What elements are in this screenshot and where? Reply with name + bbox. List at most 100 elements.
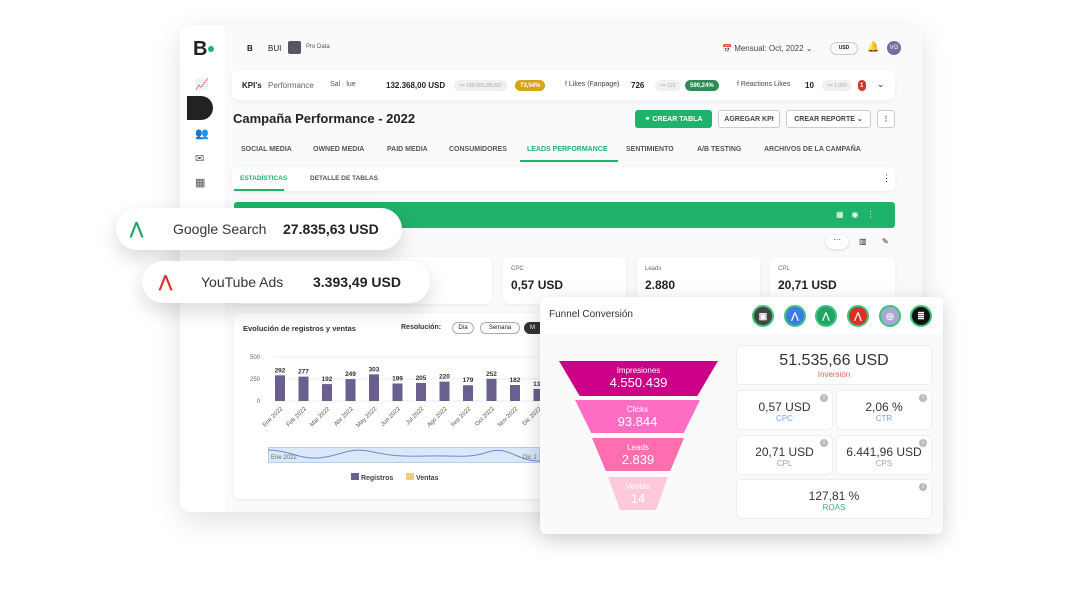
bar xyxy=(486,378,497,401)
bar xyxy=(439,381,450,401)
google-ads-icon: ⋀ xyxy=(159,274,173,291)
x-tick-label: Jul 2022 xyxy=(405,406,426,427)
range-sparkline xyxy=(268,449,540,462)
project-selector[interactable]: Pro Data xyxy=(306,44,330,50)
range-start: Ene 2022 xyxy=(271,455,297,461)
kpi-name: f Reactions Likes xyxy=(737,81,791,88)
x-tick-label: Jun 2022 xyxy=(380,406,402,428)
add-kpi-button[interactable]: AGREGAR KPI xyxy=(718,110,780,128)
data-label: 303 xyxy=(369,366,380,373)
kpi-value: 10 xyxy=(805,81,814,90)
cpc-card: i 0,57 USD CPC xyxy=(736,390,833,430)
investment-label: Inversión xyxy=(817,370,851,379)
active-tab-indicator xyxy=(520,160,618,162)
google-ads-icon[interactable]: ⋀ xyxy=(784,305,806,327)
data-label: 249 xyxy=(345,371,356,378)
info-icon[interactable]: i xyxy=(820,394,828,402)
data-label: 199 xyxy=(392,375,403,382)
resolution-semana[interactable]: Semana xyxy=(480,322,520,334)
x-tick-label: Oct 2022 xyxy=(474,406,496,428)
info-icon[interactable]: i xyxy=(919,483,927,491)
sidebar-item-folder[interactable] xyxy=(187,96,213,120)
page-title: Campaña Performance - 2022 xyxy=(233,111,416,126)
facebook-icon: f xyxy=(737,81,739,88)
table-icon[interactable]: ▦ xyxy=(195,176,205,189)
banner-actions[interactable]: ▦◉⋮ xyxy=(836,210,883,219)
legend-registros: Registros xyxy=(351,473,393,482)
kpi-target: >= 123 xyxy=(655,80,681,91)
tab-archivos[interactable]: ARCHIVOS DE LA CAMPAÑA xyxy=(764,146,861,153)
currency-button[interactable]: USD xyxy=(830,42,858,55)
chart-icon[interactable]: 📈 xyxy=(195,78,209,91)
tab-ab-testing[interactable]: A/B TESTING xyxy=(697,146,741,153)
database-icon[interactable]: ≣ xyxy=(910,305,932,327)
youtube-ads-card: ⋀ YouTube Ads 3.393,49 USD xyxy=(142,261,430,303)
chevron-down-icon[interactable]: ⌄ xyxy=(877,79,885,90)
data-label: 205 xyxy=(416,375,427,382)
tab-consumidores[interactable]: CONSUMIDORES xyxy=(449,146,507,153)
funnel-stage-clicks: Clicks 93.844 xyxy=(575,400,700,433)
chart-title: Evolución de registros y ventas xyxy=(243,324,356,333)
bar xyxy=(322,384,332,401)
metric-label: CPC xyxy=(511,266,524,272)
funnel-stage-impresiones: Impresiones 4.550.439 xyxy=(559,361,718,396)
kpi-pct: 1 xyxy=(858,80,866,91)
target-icon[interactable]: ◎ xyxy=(879,305,901,327)
info-icon[interactable]: i xyxy=(820,439,828,447)
briefcase-icon[interactable]: ▣ xyxy=(752,305,774,327)
tab-sentimiento[interactable]: SENTIMIENTO xyxy=(626,146,674,153)
legend-swatch xyxy=(351,473,359,480)
google-ads-icon[interactable]: ⋀ xyxy=(815,305,837,327)
subtab-detalle-tablas[interactable]: DETALLE DE TABLAS xyxy=(310,175,378,182)
info-icon[interactable]: i xyxy=(919,394,927,402)
bell-icon[interactable]: 🔔 xyxy=(867,42,879,53)
x-tick-label: Abr 2022 xyxy=(333,406,355,428)
active-subtab-indicator xyxy=(234,189,284,191)
bar xyxy=(416,382,426,401)
workspace-logo[interactable]: B xyxy=(247,44,253,53)
metric-value: 0,57 USD xyxy=(511,278,564,292)
workspace-name[interactable]: BUI xyxy=(268,44,281,53)
bar xyxy=(369,374,379,401)
avatar[interactable]: VG xyxy=(887,41,901,55)
data-label: 292 xyxy=(275,367,286,374)
channel-name: Google Search xyxy=(173,221,267,237)
data-label: 252 xyxy=(486,371,497,378)
x-tick-label: Sep 2022 xyxy=(450,406,473,429)
google-search-card: ⋀ Google Search 27.835,63 USD xyxy=(116,208,402,250)
kpi-target: >= 1.000 xyxy=(822,80,852,91)
mail-icon[interactable]: ✉ xyxy=(195,152,204,165)
info-icon[interactable]: i xyxy=(919,439,927,447)
project-avatar[interactable] xyxy=(288,41,301,54)
kpi-label: KPI's xyxy=(242,81,262,90)
bar-chart: 0 250 500 292 Ene 2022 277 Feb 2022 192 Mar 2022… xyxy=(250,355,554,429)
metric-value: 2.880 xyxy=(645,278,676,292)
users-icon[interactable]: 👥 xyxy=(195,127,209,140)
google-ads-icon[interactable]: ⋀ xyxy=(847,305,869,327)
kpi-name: Sal · lue xyxy=(330,81,356,88)
more-button[interactable]: ··· xyxy=(826,235,848,249)
resolution-dia[interactable]: Día xyxy=(452,322,474,334)
period-selector[interactable]: 📅 Mensual: Oct, 2022 ⌄ xyxy=(722,44,813,53)
tab-owned-media[interactable]: OWNED MEDIA xyxy=(313,146,364,153)
y-tick-label: 0 xyxy=(257,399,261,405)
tab-paid-media[interactable]: PAID MEDIA xyxy=(387,146,428,153)
more-options-button[interactable]: ⋮ xyxy=(877,110,895,128)
subtab-estadisticas[interactable]: ESTADÍSTICAS xyxy=(240,175,287,182)
metric-label: Leads xyxy=(645,266,662,272)
more-vertical-icon[interactable]: ⋮ xyxy=(882,173,891,184)
create-table-button[interactable]: ⚭ CREAR TABLA xyxy=(635,110,712,128)
tab-social-media[interactable]: SOCIAL MEDIA xyxy=(241,146,292,153)
create-report-button[interactable]: CREAR REPORTE ⌄ xyxy=(786,110,871,128)
bar xyxy=(275,375,285,401)
kpi-name: f Likes (Fanpage) xyxy=(565,81,620,88)
columns-icon[interactable]: ▥ xyxy=(859,237,867,246)
edit-icon[interactable]: ✎ xyxy=(882,237,889,246)
tab-leads-performance[interactable]: LEADS PERFORMANCE xyxy=(527,146,608,153)
range-end: Dic 2 xyxy=(523,455,537,461)
bar xyxy=(392,383,403,401)
x-tick-label: Nov 2022 xyxy=(497,406,520,429)
logo-dot xyxy=(208,46,214,52)
channel-name: YouTube Ads xyxy=(201,274,284,290)
funnel-stage-leads: Leads 2.839 xyxy=(592,438,684,471)
